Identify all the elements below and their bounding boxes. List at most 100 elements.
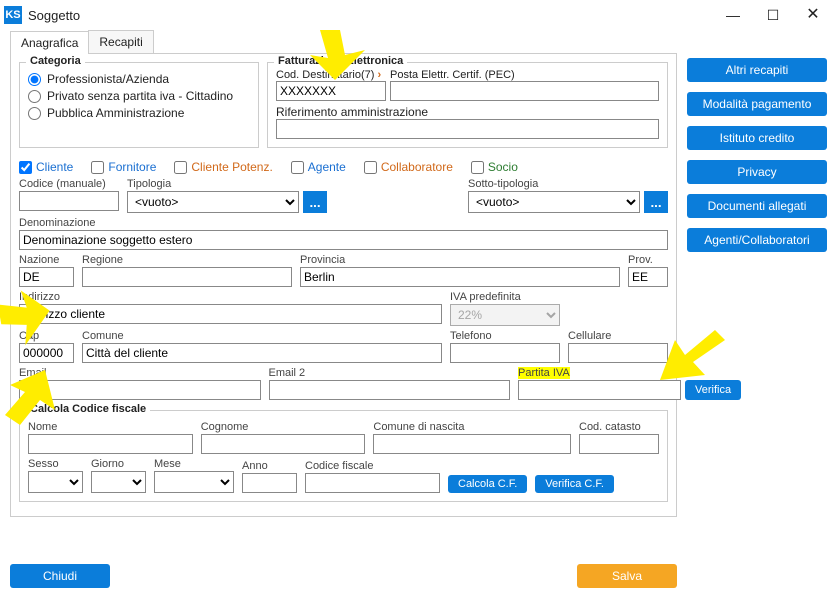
- cf-cod-catasto-label: Cod. catasto: [579, 421, 659, 433]
- codice-input[interactable]: [19, 191, 119, 211]
- categoria-group: Categoria Professionista/Azienda Privato…: [19, 62, 259, 148]
- cf-cognome-label: Cognome: [201, 421, 366, 433]
- regione-input[interactable]: [82, 267, 292, 287]
- cap-label: Cap: [19, 330, 74, 342]
- cellulare-label: Cellulare: [568, 330, 668, 342]
- indirizzo-label: Indirizzo: [19, 291, 442, 303]
- rif-amm-input[interactable]: [276, 119, 659, 139]
- nazione-label: Nazione: [19, 254, 74, 266]
- tipologia-label: Tipologia: [127, 178, 327, 190]
- email2-input[interactable]: [269, 380, 511, 400]
- sidebar-privacy[interactable]: Privacy: [687, 160, 827, 184]
- tab-bar: Anagrafica Recapiti: [10, 30, 677, 54]
- sidebar-documenti-allegati[interactable]: Documenti allegati: [687, 194, 827, 218]
- codice-label: Codice (manuale): [19, 178, 119, 190]
- chiudi-button[interactable]: Chiudi: [10, 564, 110, 588]
- cf-legend: Calcola Codice fiscale: [26, 403, 150, 415]
- cf-codice-fiscale-label: Codice fiscale: [305, 460, 440, 472]
- cf-nome-label: Nome: [28, 421, 193, 433]
- rif-amm-label: Riferimento amministrazione: [276, 105, 659, 119]
- tab-recapiti[interactable]: Recapiti: [88, 30, 153, 53]
- comune-input[interactable]: [82, 343, 442, 363]
- window-title: Soggetto: [28, 8, 713, 23]
- cf-cod-catasto-input[interactable]: [579, 434, 659, 454]
- sidebar-modalita-pagamento[interactable]: Modalità pagamento: [687, 92, 827, 116]
- check-socio[interactable]: [471, 161, 484, 174]
- prov-input[interactable]: [628, 267, 668, 287]
- email-input[interactable]: [19, 380, 261, 400]
- comune-label: Comune: [82, 330, 442, 342]
- radio-professionista[interactable]: [28, 73, 41, 86]
- telefono-input[interactable]: [450, 343, 560, 363]
- pec-input[interactable]: [390, 81, 659, 101]
- fatturazione-legend: Fatturazione Elettronica: [274, 55, 407, 67]
- check-cliente-potenz[interactable]: [174, 161, 187, 174]
- sidebar-istituto-credito[interactable]: Istituto credito: [687, 126, 827, 150]
- pec-label: Posta Elettr. Certif. (PEC): [390, 69, 659, 81]
- cod-dest-input[interactable]: [276, 81, 386, 101]
- check-cliente[interactable]: [19, 161, 32, 174]
- cellulare-input[interactable]: [568, 343, 668, 363]
- denominazione-label: Denominazione: [19, 217, 668, 229]
- sidebar-agenti-collaboratori[interactable]: Agenti/Collaboratori: [687, 228, 827, 252]
- regione-label: Regione: [82, 254, 292, 266]
- sotto-tipologia-select[interactable]: <vuoto>: [468, 191, 640, 213]
- sotto-tipologia-more-button[interactable]: ...: [644, 191, 668, 213]
- cf-mese-select[interactable]: [154, 471, 234, 493]
- nazione-input[interactable]: [19, 267, 74, 287]
- radio-pa-label: Pubblica Amministrazione: [47, 106, 184, 120]
- verifica-cf-button[interactable]: Verifica C.F.: [535, 475, 614, 493]
- cf-codice-fiscale-input[interactable]: [305, 473, 440, 493]
- sidebar: Altri recapiti Modalità pagamento Istitu…: [687, 30, 827, 586]
- salva-button[interactable]: Salva: [577, 564, 677, 588]
- maximize-button[interactable]: ☐: [753, 1, 793, 29]
- cap-input[interactable]: [19, 343, 74, 363]
- email2-label: Email 2: [269, 367, 511, 379]
- radio-pa[interactable]: [28, 107, 41, 120]
- tipologia-select[interactable]: <vuoto>: [127, 191, 299, 213]
- check-fornitore[interactable]: [91, 161, 104, 174]
- prov-label: Prov.: [628, 254, 668, 266]
- email-label: Email: [19, 367, 261, 379]
- titlebar: KS Soggetto — ☐ ✕: [0, 0, 837, 30]
- sidebar-altri-recapiti[interactable]: Altri recapiti: [687, 58, 827, 82]
- tipologia-more-button[interactable]: ...: [303, 191, 327, 213]
- role-checks: Cliente Fornitore Cliente Potenz. Agente…: [19, 160, 668, 174]
- radio-professionista-label: Professionista/Azienda: [47, 72, 169, 86]
- fatturazione-group: Fatturazione Elettronica Cod. Destinatar…: [267, 62, 668, 148]
- close-button[interactable]: ✕: [793, 1, 833, 29]
- cod-dest-label: Cod. Destinatario(7): [276, 69, 374, 81]
- provincia-label: Provincia: [300, 254, 620, 266]
- radio-privato-label: Privato senza partita iva - Cittadino: [47, 89, 233, 103]
- categoria-legend: Categoria: [26, 55, 85, 67]
- provincia-input[interactable]: [300, 267, 620, 287]
- check-collaboratore[interactable]: [364, 161, 377, 174]
- cf-comune-nascita-label: Comune di nascita: [373, 421, 571, 433]
- verifica-piva-button[interactable]: Verifica: [685, 380, 741, 400]
- cf-cognome-input[interactable]: [201, 434, 366, 454]
- indirizzo-input[interactable]: [19, 304, 442, 324]
- cf-sesso-select[interactable]: [28, 471, 83, 493]
- piva-label: Partita IVA: [518, 367, 570, 379]
- codice-fiscale-group: Calcola Codice fiscale Nome Cognome Comu…: [19, 410, 668, 502]
- cf-mese-label: Mese: [154, 458, 234, 470]
- cf-anno-label: Anno: [242, 460, 297, 472]
- iva-pred-select: 22%: [450, 304, 560, 326]
- check-agente[interactable]: [291, 161, 304, 174]
- radio-privato[interactable]: [28, 90, 41, 103]
- tab-anagrafica[interactable]: Anagrafica: [10, 31, 89, 54]
- anagrafica-panel: Categoria Professionista/Azienda Privato…: [10, 54, 677, 517]
- cf-giorno-select[interactable]: [91, 471, 146, 493]
- app-logo: KS: [4, 6, 22, 24]
- cf-anno-input[interactable]: [242, 473, 297, 493]
- cf-giorno-label: Giorno: [91, 458, 146, 470]
- cf-nome-input[interactable]: [28, 434, 193, 454]
- calcola-cf-button[interactable]: Calcola C.F.: [448, 475, 527, 493]
- cf-comune-nascita-input[interactable]: [373, 434, 571, 454]
- cf-sesso-label: Sesso: [28, 458, 83, 470]
- telefono-label: Telefono: [450, 330, 560, 342]
- piva-input[interactable]: [518, 380, 681, 400]
- minimize-button[interactable]: —: [713, 1, 753, 29]
- denominazione-input[interactable]: [19, 230, 668, 250]
- iva-pred-label: IVA predefinita: [450, 291, 560, 303]
